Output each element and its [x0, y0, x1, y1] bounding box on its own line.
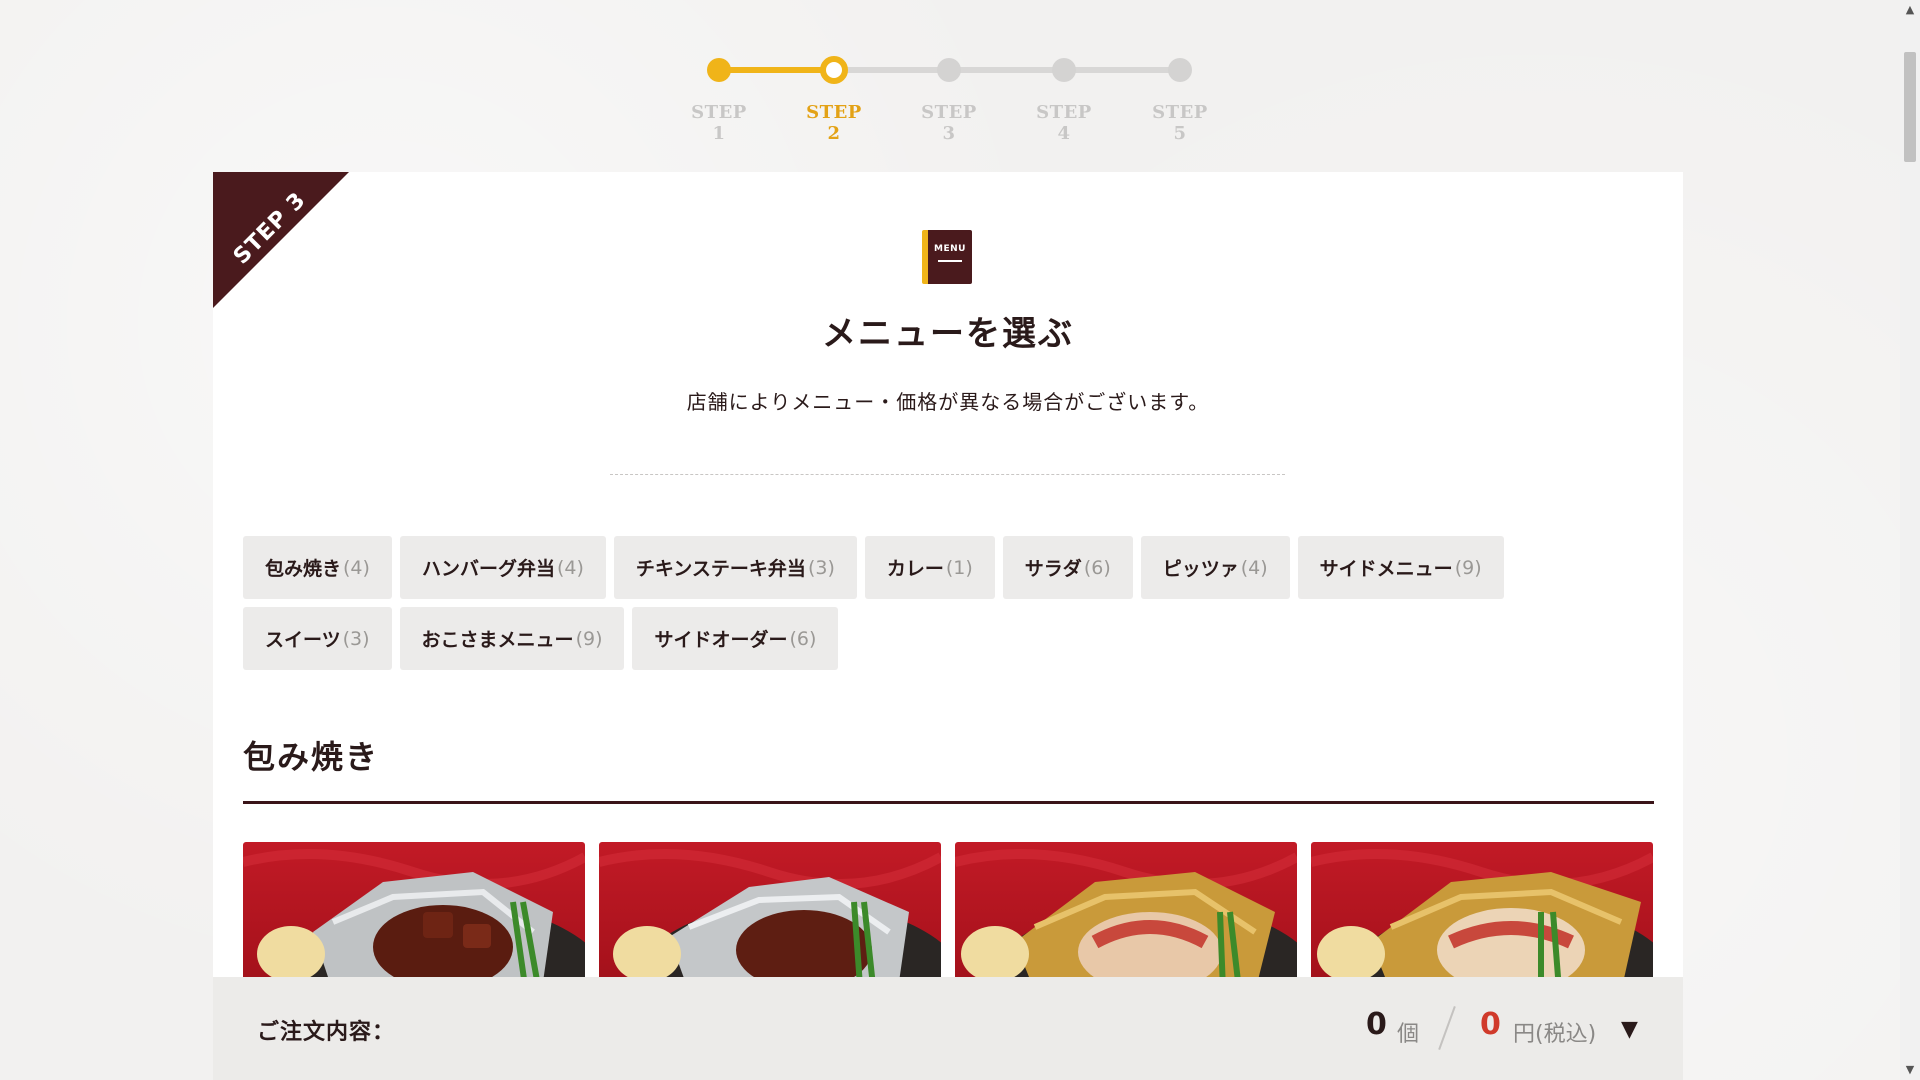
progress-stepper: STEP 1 STEP 2 STEP 3 STEP 4 STEP 5	[684, 52, 1214, 144]
step-ribbon: STEP 3	[213, 172, 349, 308]
step-label: STEP 1	[691, 102, 747, 144]
step-label: STEP 5	[1152, 102, 1208, 144]
page-subtitle: 店舗によりメニュー・価格が異なる場合がございます。	[686, 390, 1210, 414]
step-dot	[937, 58, 961, 82]
menu-book-icon: MENU	[922, 230, 972, 284]
page-title: メニューを選ぶ	[822, 314, 1074, 354]
category-row-2: スイーツ (3) おこさまメニュー (9) サイドオーダー (6)	[243, 607, 1663, 670]
category-label: ピッツァ	[1162, 558, 1239, 580]
category-count: (4)	[343, 556, 370, 579]
page-scrollbar[interactable]: ▲ ▼	[1900, 0, 1920, 1080]
category-tsutsumiyaki[interactable]: 包み焼き (4)	[243, 536, 392, 599]
order-expand-toggle-icon[interactable]: ▼	[1621, 1017, 1638, 1042]
category-count: (9)	[1454, 556, 1482, 579]
step-label: STEP 3	[921, 102, 977, 144]
category-label: チキンステーキ弁当	[635, 558, 806, 580]
step-dot	[1052, 58, 1076, 82]
category-chicken-steak-bento[interactable]: チキンステーキ弁当 (3)	[613, 536, 857, 599]
order-summary-bar: ご注文内容： 0 個 0 円(税込) ▼	[213, 977, 1683, 1080]
step-dot	[820, 56, 848, 84]
order-price: 0	[1480, 1007, 1501, 1042]
scroll-up-arrow-icon[interactable]: ▲	[1900, 0, 1920, 20]
category-tabs: 包み焼き (4) ハンバーグ弁当 (4) チキンステーキ弁当 (3) カレー (1) サ…	[243, 536, 1663, 678]
category-label: サイドオーダー	[654, 629, 788, 651]
category-count: (3)	[807, 556, 835, 579]
category-label: 包み焼き	[265, 558, 342, 580]
category-count: (9)	[575, 627, 603, 650]
ribbon-label: STEP 3	[228, 187, 312, 270]
category-side-order[interactable]: サイドオーダー (6)	[632, 607, 839, 670]
category-count: (4)	[556, 556, 584, 579]
order-summary-label: ご注文内容：	[257, 1020, 396, 1045]
step-4: STEP 4	[1029, 52, 1099, 144]
category-pizza[interactable]: ピッツァ (4)	[1140, 536, 1290, 599]
category-label: サラダ	[1024, 558, 1082, 580]
category-count: (4)	[1240, 556, 1268, 579]
scroll-down-arrow-icon[interactable]: ▼	[1900, 1060, 1920, 1080]
order-quantity: 0	[1366, 1007, 1387, 1042]
category-hamburg-bento[interactable]: ハンバーグ弁当 (4)	[399, 536, 606, 599]
menu-icon-label: MENU	[934, 244, 966, 254]
category-count: (6)	[789, 627, 817, 650]
step-dot	[707, 58, 731, 82]
step-dot	[1168, 58, 1192, 82]
order-quantity-unit: 個	[1397, 1022, 1420, 1047]
category-label: おこさまメニュー	[421, 629, 574, 651]
order-separator	[1438, 1006, 1456, 1050]
step-2: STEP 2	[799, 52, 869, 144]
step-5: STEP 5	[1145, 52, 1215, 144]
scrollbar-thumb[interactable]	[1904, 52, 1916, 162]
section-rule	[243, 801, 1654, 804]
category-kids-menu[interactable]: おこさまメニュー (9)	[399, 607, 625, 670]
category-curry[interactable]: カレー (1)	[864, 536, 995, 599]
category-label: スイーツ	[265, 629, 341, 651]
category-label: カレー	[886, 558, 944, 580]
step-label: STEP 4	[1036, 102, 1092, 144]
category-row-1: 包み焼き (4) ハンバーグ弁当 (4) チキンステーキ弁当 (3) カレー (1) サ…	[243, 536, 1663, 599]
category-salad[interactable]: サラダ (6)	[1002, 536, 1133, 599]
step-3: STEP 3	[914, 52, 984, 144]
category-label: ハンバーグ弁当	[421, 558, 555, 580]
menu-icon-line	[938, 260, 962, 262]
step-label: STEP 2	[806, 102, 862, 144]
category-sweets[interactable]: スイーツ (3)	[243, 607, 392, 670]
step-1: STEP 1	[684, 52, 754, 144]
order-price-unit: 円(税込)	[1513, 1022, 1597, 1047]
category-side-menu[interactable]: サイドメニュー (9)	[1297, 536, 1504, 599]
category-count: (1)	[945, 556, 973, 579]
menu-card: STEP 3 MENU メニューを選ぶ 店舗によりメニュー・価格が異なる場合がご…	[213, 172, 1683, 1080]
section-title: 包み焼き	[243, 738, 380, 776]
category-count: (3)	[342, 627, 370, 650]
category-count: (6)	[1083, 556, 1111, 579]
page: STEP 1 STEP 2 STEP 3 STEP 4 STEP 5 STEP …	[0, 0, 1920, 1080]
category-label: サイドメニュー	[1319, 558, 1453, 580]
dashed-divider	[610, 474, 1285, 475]
